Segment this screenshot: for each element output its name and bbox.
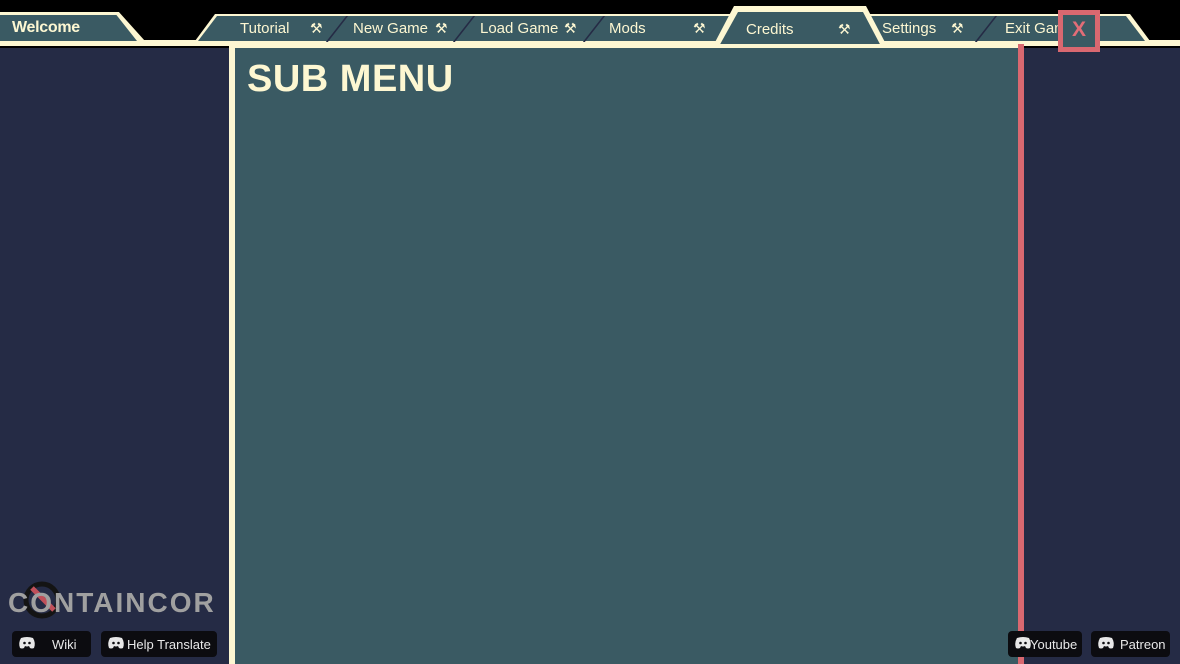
wiki-button[interactable]: Wiki [12,631,91,657]
youtube-button[interactable]: Youtube [1008,631,1082,657]
tab-settings[interactable]: Settings ⚒ [880,18,980,42]
tab-tutorial-label: Tutorial [240,20,290,37]
tab-load-game-label: Load Game [480,20,559,37]
discord-icon [108,637,124,649]
logo-text: CONTAINCOR [8,587,216,618]
hammer-wrench-icon: ⚒ [310,21,323,37]
hammer-wrench-icon: ⚒ [951,21,964,37]
tab-exit-game[interactable]: Exit Game [996,18,1058,42]
patreon-button[interactable]: Patreon [1091,631,1170,657]
tab-exit-game-label: Exit Game [1005,20,1058,37]
patreon-label: Patreon [1120,637,1166,652]
tab-settings-label: Settings [882,20,937,37]
close-icon[interactable]: X [1063,18,1095,42]
help-translate-button[interactable]: Help Translate [101,631,217,657]
hammer-wrench-icon: ⚒ [564,21,577,37]
tab-credits-label: Credits [746,21,794,38]
tab-tutorial[interactable]: Tutorial ⚒ [232,18,332,42]
discord-icon [1098,637,1114,649]
welcome-label: Welcome [12,19,80,36]
discord-icon [19,637,35,649]
panel-title: SUB MENU [247,58,454,100]
tab-load-game[interactable]: Load Game ⚒ [473,18,591,42]
wiki-label: Wiki [52,637,77,652]
containcor-logo: CONTAINCOR [8,581,230,623]
submenu-panel [235,48,1018,664]
hammer-wrench-icon: ⚒ [435,21,448,37]
tab-credits-content: Credits ⚒ [738,18,858,42]
panel-accent-bar [1018,44,1024,664]
tab-mods[interactable]: Mods ⚒ [601,18,713,42]
tab-mods-label: Mods [609,20,646,37]
help-translate-label: Help Translate [127,637,211,652]
hammer-wrench-icon: ⚒ [693,21,706,37]
tab-new-game-label: New Game [353,20,429,37]
hammer-wrench-icon: ⚒ [838,22,851,38]
youtube-label: Youtube [1030,637,1078,652]
tab-new-game[interactable]: New Game ⚒ [345,18,460,42]
